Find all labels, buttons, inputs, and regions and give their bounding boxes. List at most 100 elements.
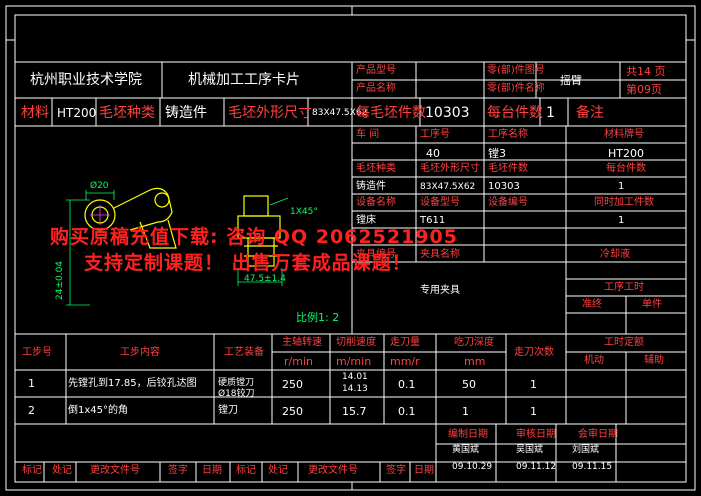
workshop-label: 车 间 <box>356 129 380 140</box>
feed-unit: mm/r <box>390 355 420 368</box>
blank-size-label: 毛坯外形尺寸 <box>228 105 312 121</box>
sign-name: 刘国斌 <box>572 445 600 455</box>
equipment-no-label: 设备编号 <box>488 197 528 208</box>
step-1-no: 1 <box>28 377 35 390</box>
equipment-model-value: T611 <box>420 215 446 226</box>
blank-kind-label: 毛坯种类 <box>356 163 396 174</box>
simultaneous-label: 同时加工件数 <box>594 197 654 208</box>
blank-count-label: 毛坯件数 <box>488 163 528 174</box>
step-2-no: 2 <box>28 404 35 417</box>
coolant-label: 冷却液 <box>600 249 630 260</box>
footer-count-1: 处记 <box>52 465 72 476</box>
cutting-unit: m/min <box>336 355 372 368</box>
step-no-header: 工步号 <box>22 347 52 358</box>
review-label: 审核日期 <box>516 429 556 440</box>
spindle-speed-header: 主轴转速 <box>282 337 322 348</box>
sign-label: 会审日期 <box>578 429 618 440</box>
part-name-label: 零(部)件名称 <box>487 83 545 94</box>
per-unit-value: 1 <box>546 105 555 121</box>
step-2-passes: 1 <box>530 405 537 418</box>
part-name-value: 摇臂 <box>560 74 582 87</box>
depth-header: 吃刀深度 <box>454 337 494 348</box>
vertical-dimension: 24±0.04 <box>55 260 65 300</box>
diameter-dimension: Ø20 <box>90 181 109 191</box>
equipment-name-value: 镗床 <box>356 215 376 226</box>
watermark-line-2: 支持定制课题！ 出售万套成品课题！ <box>84 252 412 274</box>
footer-date-2: 日期 <box>414 465 434 476</box>
cad-drawing-sheet: 杭州职业技术学院 机械加工工序卡片 产品型号 产品名称 零(部)件图号 零(部)… <box>0 0 701 496</box>
blank-count-value: 10303 <box>488 181 520 192</box>
footer-sign-2: 签字 <box>386 465 406 476</box>
part-no-label: 零(部)件图号 <box>487 65 545 76</box>
step-1-speed: 250 <box>282 378 303 391</box>
op-no-label: 工序号 <box>420 129 450 140</box>
total-pages: 共14 页 <box>626 65 666 78</box>
blank-kind-value: 铸造件 <box>356 181 386 192</box>
blanks-per-value: 10303 <box>425 105 470 121</box>
product-name-label: 产品名称 <box>356 83 396 94</box>
step-1-equipment: 硬质镗刀 Ø18铰刀 <box>218 378 255 399</box>
footer-docno-1: 更改文件号 <box>90 465 140 476</box>
footer-sign-1: 签字 <box>168 465 188 476</box>
equipment-model-label: 设备型号 <box>420 197 460 208</box>
material-label: 材料 <box>21 105 49 121</box>
op-no-value: 40 <box>426 147 440 160</box>
blank-dim-value: 83X47.5X62 <box>420 182 476 192</box>
blanks-per-label: 每毛坯件数 <box>356 105 426 121</box>
simultaneous-value: 1 <box>618 215 625 226</box>
card-title: 机械加工工序卡片 <box>188 72 300 88</box>
step-1-cut-a: 14.01 <box>342 372 368 382</box>
blank-type-label: 毛坯种类 <box>99 105 155 121</box>
unit-time-label: 单件 <box>642 299 662 310</box>
footer-mark-1: 标记 <box>22 465 42 476</box>
time-quota-header: 工时定额 <box>604 337 644 348</box>
cutting-speed-header: 切削速度 <box>336 337 376 348</box>
machine-time-header: 机动 <box>584 355 604 366</box>
step-2-content: 倒1x45°的角 <box>68 405 129 416</box>
step-2-cut-a: 15.7 <box>342 405 367 418</box>
chamfer-dimension: 1X45° <box>290 207 318 217</box>
fixture-name-label: 夹具名称 <box>420 249 460 260</box>
op-name-value: 镗3 <box>488 147 506 160</box>
step-1-cut-b: 14.13 <box>342 384 368 394</box>
sign-date: 09.11.15 <box>572 462 613 472</box>
fixture-value: 专用夹具 <box>420 285 460 296</box>
material-grade-label: 材料牌号 <box>604 129 644 140</box>
step-content-header: 工步内容 <box>120 347 160 358</box>
op-time-label: 工序工时 <box>604 282 644 293</box>
step-1-feed: 0.1 <box>398 378 416 391</box>
step-2-speed: 250 <box>282 405 303 418</box>
blank-type-value: 铸造件 <box>165 105 207 121</box>
feed-header: 走刀量 <box>390 337 420 348</box>
depth-unit: mm <box>464 355 486 368</box>
scale-label: 比例1: 2 <box>296 311 340 324</box>
aux-time-header: 辅助 <box>644 355 664 366</box>
page-number: 第09页 <box>626 83 662 96</box>
equipment-name-label: 设备名称 <box>356 197 396 208</box>
material-grade-value: HT200 <box>608 147 644 160</box>
step-2-equipment: 镗刀 <box>218 405 238 416</box>
material-value: HT200 <box>57 106 97 120</box>
compile-label: 编制日期 <box>448 429 488 440</box>
step-2-depth: 1 <box>462 405 469 418</box>
remarks-label: 备注 <box>576 105 604 121</box>
step-1-content: 先镗孔到17.85，后铰孔达图 <box>68 378 197 389</box>
length-dimension: 47.5±1.4 <box>244 274 286 284</box>
footer-count-2: 处记 <box>268 465 288 476</box>
per-unit-count-value: 1 <box>618 181 625 192</box>
per-unit-label: 每台件数 <box>487 105 543 121</box>
school-name: 杭州职业技术学院 <box>30 72 142 88</box>
per-unit-count-label: 每台件数 <box>606 163 646 174</box>
step-1-passes: 1 <box>530 378 537 391</box>
compile-name: 黄国斌 <box>452 445 480 455</box>
blank-dim-label: 毛坯外形尺寸 <box>420 163 480 174</box>
op-name-label: 工序名称 <box>488 129 528 140</box>
step-1-depth: 50 <box>462 378 476 391</box>
footer-mark-2: 标记 <box>236 465 256 476</box>
review-name: 吴国斌 <box>516 445 544 455</box>
compile-date: 09.10.29 <box>452 462 493 472</box>
prep-time-label: 准终 <box>582 299 602 310</box>
watermark-line-1: 购买原稿充值下载: 咨询 QQ 2062521905 <box>50 226 458 248</box>
passes-header: 走刀次数 <box>514 347 554 358</box>
step-2-feed: 0.1 <box>398 405 416 418</box>
